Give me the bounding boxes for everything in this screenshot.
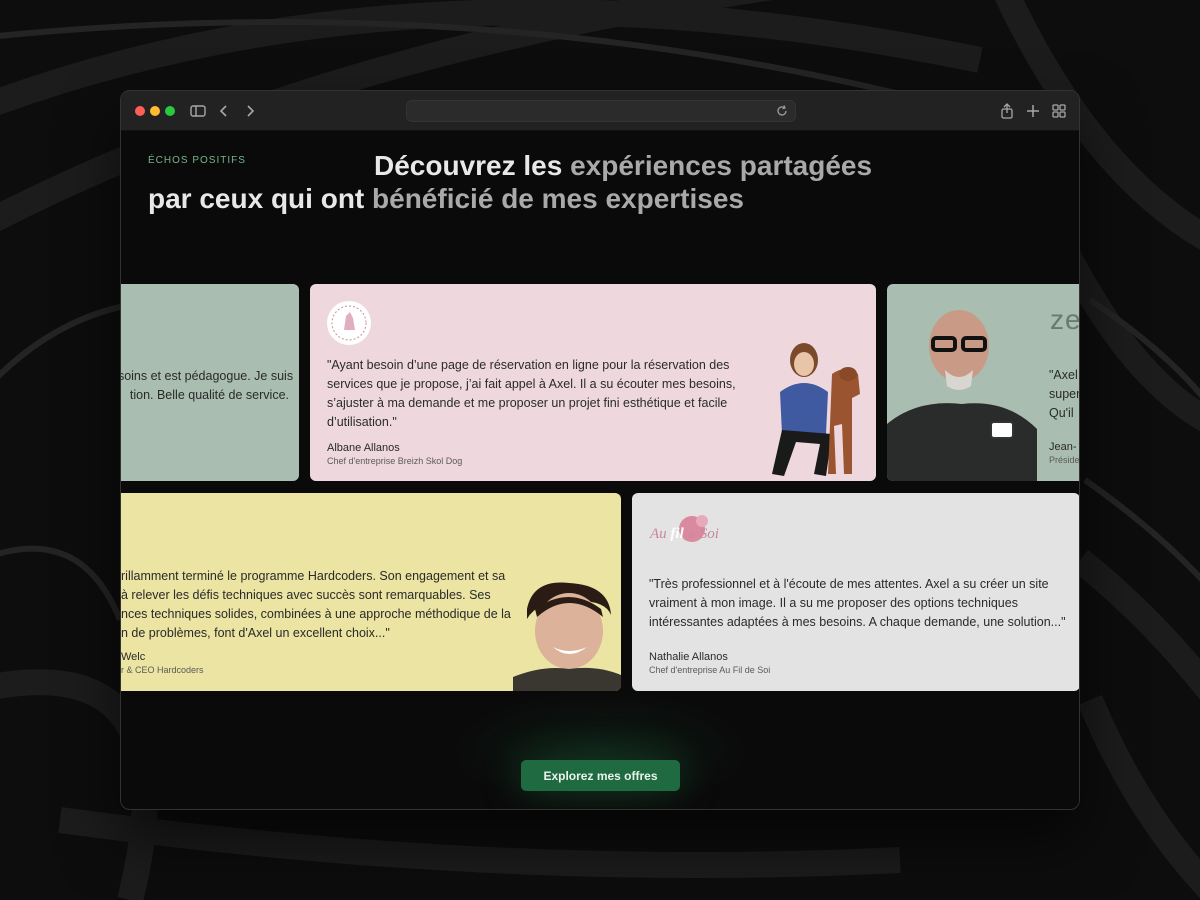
address-bar[interactable] xyxy=(406,100,796,122)
minimize-window-button[interactable] xyxy=(150,106,160,116)
quote-line: "Axel xyxy=(1049,368,1078,382)
section-headline: Découvrez les expériences partagées par … xyxy=(148,149,908,215)
testimonial-role: Chef d'entreprise Au Fil de Soi xyxy=(649,665,771,675)
ze-logo: ze xyxy=(1050,304,1080,335)
new-tab-icon[interactable] xyxy=(1024,102,1042,120)
quote-line: n de problèmes, font d'Axel un excellent… xyxy=(121,626,390,640)
tab-overview-icon[interactable] xyxy=(1050,102,1068,120)
testimonial-card-sage-left: esoins et est pédagogue. Je suis tion. B… xyxy=(121,284,299,481)
testimonial-role: r & CEO Hardcoders xyxy=(121,665,204,675)
testimonial-card-albane: "Ayant besoin d’une page de réservation … xyxy=(310,284,876,481)
logo-word: fil xyxy=(670,526,684,542)
explore-offers-button[interactable]: Explorez mes offres xyxy=(521,760,680,791)
logo-word: de xyxy=(687,530,697,540)
logo-word: Soi xyxy=(699,526,719,542)
testimonial-quote: "Ayant besoin d’une page de réservation … xyxy=(327,358,736,429)
au-fil-de-soi-logo-text: Au fil de Soi xyxy=(650,526,719,543)
share-icon[interactable] xyxy=(998,102,1016,120)
quote-line: nces techniques solides, combinées à une… xyxy=(121,607,511,621)
quote-line: Qu'il xyxy=(1049,406,1074,420)
browser-window: ÉCHOS POSITIFS Découvrez les expériences… xyxy=(120,90,1080,810)
reload-icon[interactable] xyxy=(775,104,789,118)
jean-portrait-photo xyxy=(887,310,1037,481)
testimonial-card-sage-right: ze "Axel super Qu'il Jean- Préside xyxy=(887,284,1080,481)
breizh-skol-dog-logo xyxy=(327,301,371,345)
page-content: ÉCHOS POSITIFS Découvrez les expériences… xyxy=(121,131,1080,809)
zoom-window-button[interactable] xyxy=(165,106,175,116)
testimonial-card-hardcoders: rillamment terminé le programme Hardcode… xyxy=(121,493,621,691)
testimonial-quote: esoins et est pédagogue. Je suis tion. B… xyxy=(121,367,299,405)
headline-part-3: par ceux qui ont xyxy=(148,183,373,214)
back-icon[interactable] xyxy=(215,102,233,120)
testimonial-card-nathalie: Au fil de Soi "Très professionnel et à l… xyxy=(632,493,1079,691)
close-window-button[interactable] xyxy=(135,106,145,116)
sidebar-icon[interactable] xyxy=(189,102,207,120)
headline-part-4: bénéficié de mes expertises xyxy=(372,183,745,214)
headline-part-1: Découvrez les xyxy=(374,150,571,181)
quote-line: à relever les défis techniques avec succ… xyxy=(121,588,491,602)
cta-glow xyxy=(451,691,751,809)
forward-icon[interactable] xyxy=(241,102,259,120)
testimonial-role: Préside xyxy=(1049,455,1080,465)
quote-line: rillamment terminé le programme Hardcode… xyxy=(121,569,506,583)
welc-portrait-photo xyxy=(513,582,621,691)
albane-with-dog-photo xyxy=(772,343,860,476)
testimonial-author: Albane Allanos xyxy=(327,442,400,454)
testimonial-author: Jean- xyxy=(1049,441,1077,453)
logo-word: Au xyxy=(650,526,667,542)
quote-line: tion. Belle qualité de service. xyxy=(129,388,289,402)
testimonial-quote: "Très professionnel et à l'écoute de mes… xyxy=(649,577,1066,629)
testimonial-quote: "Axel super Qu'il xyxy=(1049,366,1080,423)
quote-line: super xyxy=(1049,387,1080,401)
testimonial-author: Nathalie Allanos xyxy=(649,651,728,663)
testimonial-author: Welc xyxy=(121,651,146,663)
testimonial-quote: rillamment terminé le programme Hardcode… xyxy=(121,567,511,643)
headline-part-2: expériences partagées xyxy=(570,150,873,181)
testimonial-role: Chef d'entreprise Breizh Skol Dog xyxy=(327,456,463,466)
quote-line: esoins et est pédagogue. Je suis xyxy=(121,369,294,383)
browser-toolbar xyxy=(121,91,1079,131)
